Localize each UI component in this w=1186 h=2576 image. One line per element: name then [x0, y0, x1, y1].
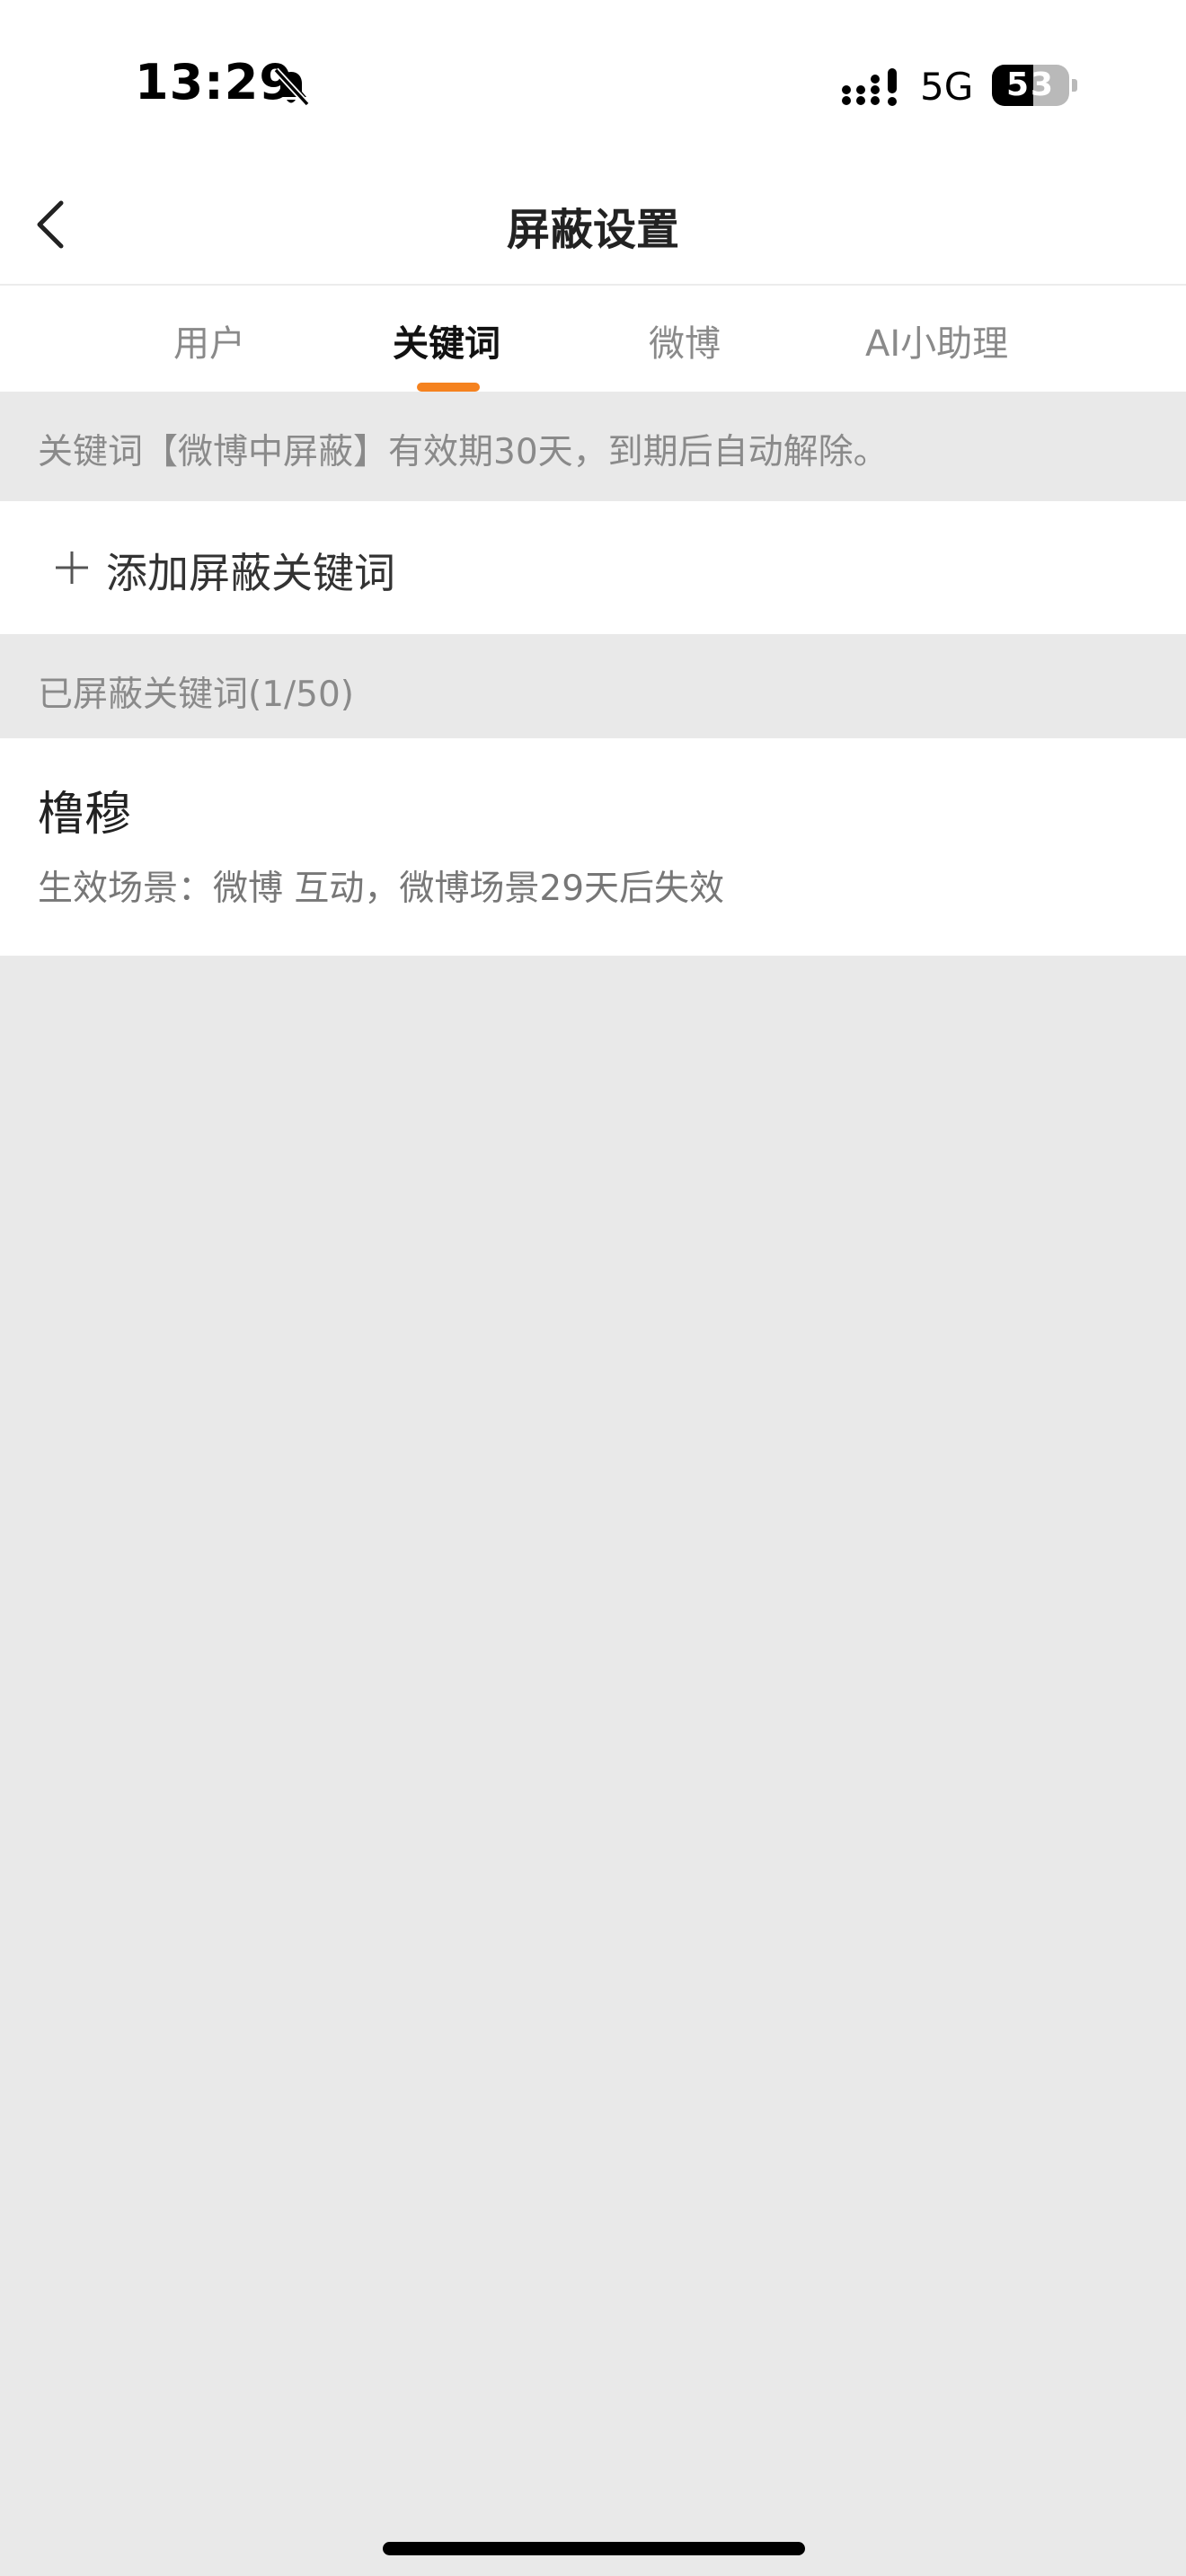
add-keyword-label: 添加屏蔽关键词 — [106, 549, 395, 597]
tab-users[interactable]: 用户 — [173, 314, 245, 366]
home-indicator[interactable] — [383, 2542, 805, 2555]
keyword-word: 橹穆 — [38, 788, 132, 842]
tab-keywords[interactable]: 关键词 — [393, 314, 500, 366]
page-title: 屏蔽设置 — [506, 205, 679, 255]
signal-bars-icon — [841, 66, 900, 108]
plus-icon — [52, 548, 92, 587]
notice-banner: 关键词【微博中屏蔽】有效期30天，到期后自动解除。 — [0, 392, 1186, 501]
tab-ai-assistant[interactable]: AI小助理 — [865, 314, 1008, 366]
network-type: 5G — [920, 65, 974, 109]
tab-weibo[interactable]: 微博 — [649, 314, 721, 366]
active-tab-indicator — [417, 383, 480, 392]
battery-icon: 53 — [992, 65, 1078, 106]
keyword-scene: 生效场景：微博 互动，微博场景29天后失效 — [38, 869, 725, 909]
blocked-keywords-count: 已屏蔽关键词(1/50) — [38, 675, 355, 715]
notice-text: 关键词【微博中屏蔽】有效期30天，到期后自动解除。 — [38, 432, 889, 472]
battery-level: 53 — [1005, 66, 1056, 103]
list-item[interactable]: 橹穆 生效场景：微博 互动，微博场景29天后失效 — [0, 738, 1186, 956]
blocked-keywords-header: 已屏蔽关键词(1/50) — [0, 634, 1186, 738]
nav-bar: 屏蔽设置 — [0, 162, 1186, 286]
tab-bar: 用户 关键词 微博 AI小助理 — [0, 286, 1186, 392]
bell-slash-icon — [271, 66, 311, 108]
status-bar: 13:29 5G 53 — [0, 0, 1186, 162]
add-keyword-button[interactable]: 添加屏蔽关键词 — [0, 501, 1186, 634]
status-time: 13:29 — [135, 54, 294, 110]
